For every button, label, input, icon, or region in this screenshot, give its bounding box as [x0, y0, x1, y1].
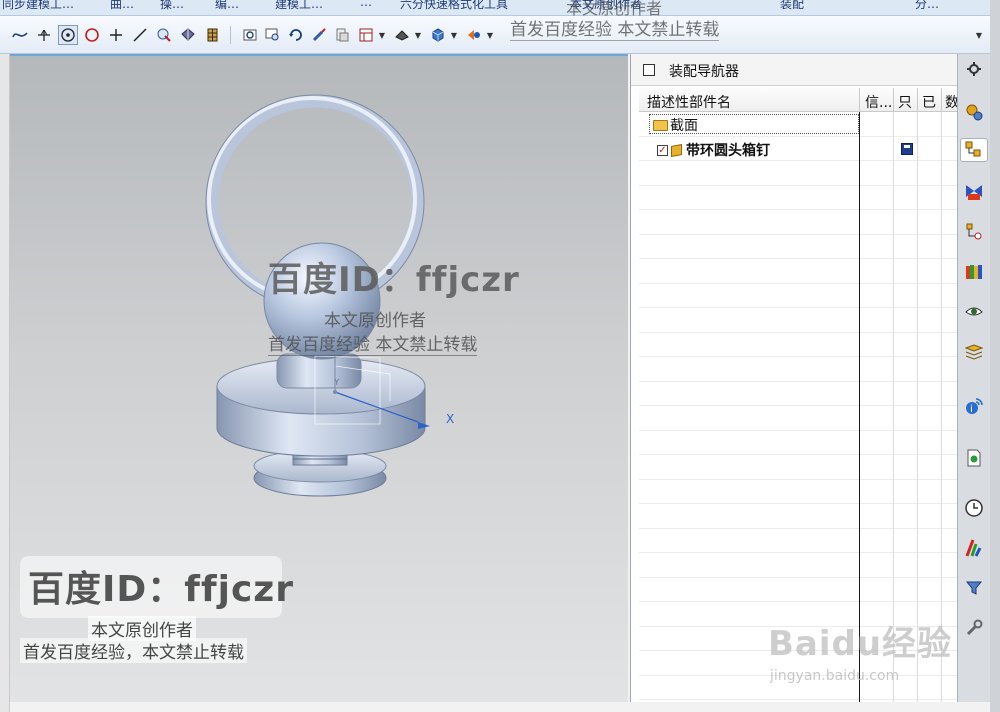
watermark-center-line2: 首发百度经验 本文禁止转载 — [268, 330, 478, 356]
tree-item-part-label: 带环圆头箱钉 — [686, 143, 770, 159]
shade-icon[interactable] — [428, 25, 448, 45]
navigator-titlebar: 装配导航器 — [631, 54, 958, 86]
column-readonly[interactable]: 只 — [898, 92, 916, 112]
part-icon — [671, 143, 682, 157]
resource-bar: i — [957, 54, 990, 702]
watermark-bottom-brand: 百度ID：ffjczr — [28, 569, 294, 610]
watermark-center-line1: 本文原创作者 — [324, 311, 426, 331]
display-icon[interactable] — [464, 25, 484, 45]
circle-icon[interactable] — [82, 25, 102, 45]
tree-item-section[interactable]: 截面 — [653, 115, 698, 135]
cube-view-icon[interactable] — [178, 25, 198, 45]
navigator-pin-checkbox[interactable] — [643, 64, 655, 76]
line-icon[interactable] — [130, 25, 150, 45]
render-style-dropdown[interactable]: ▼ — [414, 25, 422, 45]
clock-icon[interactable] — [962, 496, 986, 520]
axis-y-label: Y — [334, 378, 340, 388]
visibility-checkbox[interactable]: ✓ — [657, 144, 668, 156]
part-nav-icon[interactable] — [962, 220, 986, 244]
shade-dropdown[interactable]: ▼ — [450, 25, 458, 45]
main-toolbar: ▼ ▼ ▼ ▼ ▼ — [0, 16, 1000, 54]
watermark-bottom-line2: 首发百度经验，本文禁止转载 — [20, 638, 247, 663]
menu-item-curve[interactable]: 曲… — [110, 0, 134, 12]
svg-text:i: i — [970, 404, 973, 415]
view-menu-dropdown[interactable]: ▼ — [378, 25, 386, 45]
rotate-icon[interactable] — [286, 25, 306, 45]
select-icon[interactable] — [962, 576, 986, 600]
eye-icon[interactable] — [962, 300, 986, 324]
view-menu-icon[interactable] — [356, 25, 376, 45]
navigator-title: 装配导航器 — [669, 64, 739, 80]
render-style-icon[interactable] — [392, 25, 412, 45]
axis-x-label: X — [446, 412, 455, 426]
menu-item-more[interactable]: … — [360, 0, 372, 9]
palette-icon[interactable] — [962, 536, 986, 560]
info-feed-icon[interactable]: i — [962, 394, 986, 418]
assembly-nav-icon[interactable] — [960, 138, 988, 162]
folder-icon — [653, 119, 668, 131]
stack-icon[interactable] — [962, 340, 986, 364]
books-icon[interactable] — [962, 260, 986, 284]
grid-icon[interactable] — [202, 25, 222, 45]
watermark-baidu-url: jingyan.baidu.com — [770, 668, 900, 684]
window-right-edge — [990, 0, 1000, 712]
navigator-tree: 截面 ✓ 带环圆头箱钉 — [639, 112, 958, 702]
assembly-navigator: 装配导航器 描述性部件名 信... 只 已 数 截面 ✓ 带环圆头箱钉 — [630, 54, 958, 702]
document-icon[interactable] — [962, 446, 986, 470]
nx-window: 同步建模工… 曲… 操… 编… 建模工… … 六分快速格式化工具 本文原创作者 … — [0, 0, 1000, 712]
circle-center-icon[interactable] — [58, 25, 78, 45]
watermark-top-line2: 首发百度经验 本文禁止转载 — [510, 15, 720, 41]
menu-item-edit[interactable]: 编… — [215, 0, 239, 12]
menu-item-analysis[interactable]: 分… — [915, 0, 939, 12]
menu-item-assembly[interactable]: 装配 — [780, 0, 804, 12]
column-modified[interactable]: 已 — [922, 92, 940, 112]
navigator-column-header: 描述性部件名 信... 只 已 数 — [639, 88, 958, 112]
plus-icon[interactable] — [106, 25, 126, 45]
tool-icon[interactable] — [962, 616, 986, 640]
display-dropdown[interactable]: ▼ — [486, 25, 494, 45]
menu-item-sync[interactable]: 同步建模工… — [2, 0, 74, 12]
menu-item-format-tool[interactable]: 六分快速格式化工具 — [400, 0, 508, 12]
constraint-icon[interactable] — [962, 180, 986, 204]
column-info[interactable]: 信... — [865, 92, 895, 112]
layer-icon[interactable] — [332, 25, 352, 45]
menu-bar: 同步建模工… 曲… 操… 编… 建模工… … 六分快速格式化工具 本文原创作者 … — [0, 0, 1000, 16]
spline-icon[interactable] — [10, 25, 30, 45]
left-edge-bar — [0, 54, 10, 712]
save-status-icon — [901, 143, 913, 155]
zoom-fit-icon[interactable] — [240, 25, 260, 45]
toolbar-overflow-dropdown[interactable]: ▼ — [975, 25, 983, 45]
tree-item-part[interactable]: ✓ 带环圆头箱钉 — [657, 140, 770, 160]
pan-icon[interactable] — [309, 25, 329, 45]
toolbar-separator — [230, 26, 231, 44]
menu-item-modeling-tools[interactable]: 建模工… — [275, 0, 323, 12]
point-icon[interactable] — [34, 25, 54, 45]
graphics-viewport[interactable]: X Y 百度ID：ffjczr 本文原创作者 首发百度经验 本文禁止转载 百度I… — [10, 54, 628, 702]
zoom-region-icon[interactable] — [263, 25, 283, 45]
column-part-name[interactable]: 描述性部件名 — [647, 92, 857, 112]
menu-item-operate[interactable]: 操… — [160, 0, 184, 12]
watermark-baidu-logo: Baidu经验 — [768, 624, 953, 664]
tree-item-section-label: 截面 — [670, 118, 698, 134]
settings-icon[interactable] — [962, 57, 986, 81]
snap-icon[interactable] — [154, 25, 174, 45]
gears-icon[interactable] — [962, 100, 986, 124]
watermark-center-brand: 百度ID：ffjczr — [268, 260, 520, 300]
